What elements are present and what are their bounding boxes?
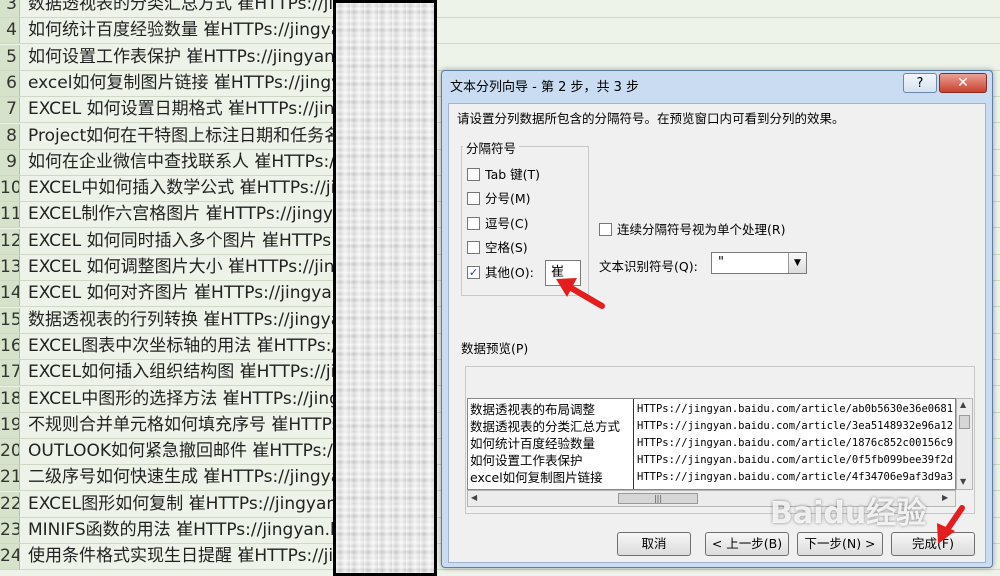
arrow-to-other-input xyxy=(556,278,605,309)
baidu-watermark-logo: Baidu经验 xyxy=(770,496,927,531)
arrow-to-finish-button xyxy=(937,505,965,544)
